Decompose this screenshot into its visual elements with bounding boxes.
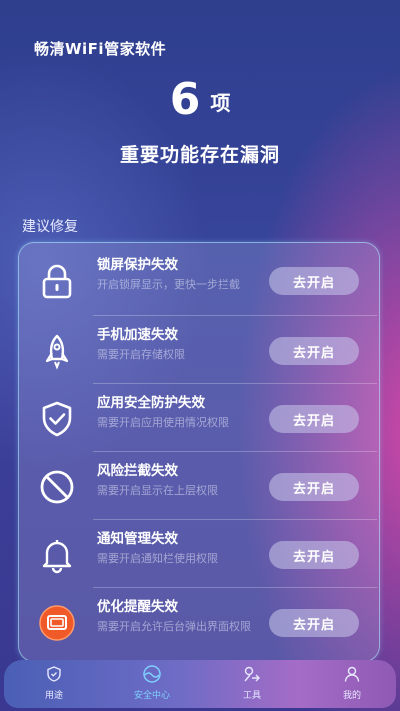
tab-home[interactable]: 用途 bbox=[24, 664, 84, 704]
list-item: 优化提醒失效 需要开启允许后台弹出界面权限 去开启 bbox=[19, 587, 381, 655]
item-desc: 需要开启允许后台弹出界面权限 bbox=[97, 620, 251, 633]
item-desc: 需要开启存储权限 bbox=[97, 348, 185, 361]
enable-button[interactable]: 去开启 bbox=[269, 267, 359, 295]
enable-button[interactable]: 去开启 bbox=[269, 541, 359, 569]
divider bbox=[93, 315, 377, 316]
user-icon bbox=[342, 664, 362, 684]
item-title: 应用安全防护失效 bbox=[97, 395, 205, 411]
tab-tools[interactable]: 工具 bbox=[222, 664, 282, 704]
tab-label: 我的 bbox=[342, 691, 361, 701]
divider bbox=[93, 519, 377, 520]
enable-button[interactable]: 去开启 bbox=[269, 405, 359, 433]
list-item: 手机加速失效 需要开启存储权限 去开启 bbox=[19, 315, 381, 383]
item-desc: 需要开启应用使用情况权限 bbox=[97, 416, 229, 429]
lock-icon bbox=[37, 261, 77, 301]
item-title: 通知管理失效 bbox=[97, 531, 178, 547]
divider bbox=[93, 587, 377, 588]
wave-icon bbox=[142, 664, 162, 684]
bottom-tab-bar: 用途 安全中心 工具 我的 bbox=[4, 660, 396, 708]
tab-label: 工具 bbox=[242, 691, 261, 701]
divider bbox=[93, 383, 377, 384]
enable-button[interactable]: 去开启 bbox=[269, 337, 359, 365]
item-desc: 需要开启显示在上层权限 bbox=[97, 484, 218, 497]
section-title: 建议修复 bbox=[22, 219, 78, 235]
issue-count-number: 6 bbox=[169, 74, 201, 125]
item-title: 手机加速失效 bbox=[97, 327, 178, 343]
fix-list-card: 锁屏保护失效 开启锁屏显示，更快一步拦截 去开启 手机加速失效 需要开启存储权限… bbox=[18, 242, 380, 662]
app-title: 畅清WiFi管家软件 bbox=[34, 40, 167, 58]
tab-security-center[interactable]: 安全中心 bbox=[122, 664, 182, 704]
tab-label: 用途 bbox=[44, 691, 63, 701]
block-icon bbox=[37, 467, 77, 507]
issue-count: 6项 bbox=[0, 74, 400, 125]
rocket-icon bbox=[37, 331, 77, 371]
enable-button[interactable]: 去开启 bbox=[269, 609, 359, 637]
window-icon bbox=[37, 603, 77, 643]
tab-label: 安全中心 bbox=[133, 691, 170, 701]
item-title: 风险拦截失效 bbox=[97, 463, 178, 479]
list-item: 应用安全防护失效 需要开启应用使用情况权限 去开启 bbox=[19, 383, 381, 451]
item-title: 锁屏保护失效 bbox=[97, 257, 178, 273]
list-item: 锁屏保护失效 开启锁屏显示，更快一步拦截 去开启 bbox=[19, 245, 381, 313]
shield-check-icon bbox=[37, 399, 77, 439]
item-desc: 开启锁屏显示，更快一步拦截 bbox=[97, 278, 240, 291]
tab-mine[interactable]: 我的 bbox=[322, 664, 382, 704]
list-item: 通知管理失效 需要开启通知栏使用权限 去开启 bbox=[19, 519, 381, 587]
divider bbox=[93, 451, 377, 452]
item-title: 优化提醒失效 bbox=[97, 599, 178, 615]
item-desc: 需要开启通知栏使用权限 bbox=[97, 552, 218, 565]
tools-icon bbox=[242, 664, 262, 684]
enable-button[interactable]: 去开启 bbox=[269, 473, 359, 501]
issue-count-unit: 项 bbox=[210, 91, 231, 115]
issue-subtitle: 重要功能存在漏洞 bbox=[119, 144, 280, 166]
shield-icon bbox=[44, 664, 64, 684]
list-item: 风险拦截失效 需要开启显示在上层权限 去开启 bbox=[19, 451, 381, 519]
bell-icon bbox=[37, 535, 77, 575]
